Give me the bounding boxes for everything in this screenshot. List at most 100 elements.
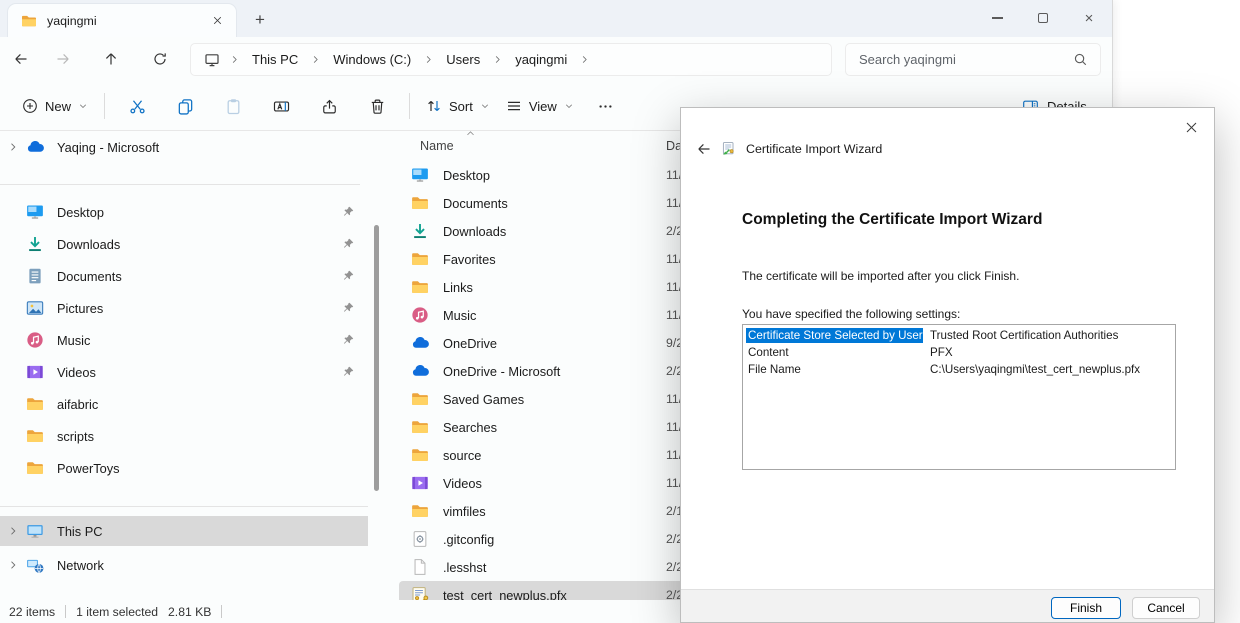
folder-icon — [411, 250, 429, 268]
file-name: Favorites — [443, 252, 496, 267]
breadcrumb-this-pc[interactable]: This PC — [249, 50, 301, 69]
finish-button[interactable]: Finish — [1051, 597, 1121, 619]
onedrive-cloud-icon — [411, 362, 429, 380]
sidebar-item-network[interactable]: Network — [0, 549, 368, 581]
sidebar-item-pictures[interactable]: Pictures — [0, 292, 368, 324]
chevron-down-icon — [480, 101, 490, 111]
this-pc-icon — [26, 522, 44, 540]
sidebar-item-desktop[interactable]: Desktop — [0, 196, 368, 228]
address-bar: This PC Windows (C:) Users yaqingmi — [0, 37, 1112, 82]
videos-icon — [411, 474, 429, 492]
wizard-header: Certificate Import Wizard — [696, 141, 882, 157]
setting-key-selected: Certificate Store Selected by User — [746, 328, 923, 343]
sidebar-item-onedrive[interactable]: Yaqing - Microsoft — [0, 131, 368, 163]
setting-value: C:\Users\yaqingmi\test_cert_newplus.pfx — [923, 363, 1140, 376]
plus-circle-icon — [22, 98, 38, 114]
paste-icon — [225, 98, 242, 115]
forward-button[interactable] — [55, 51, 71, 67]
search-input[interactable] — [846, 52, 1073, 67]
selection-size: 2.81 KB — [168, 605, 211, 619]
dialog-close-button[interactable] — [1182, 118, 1201, 137]
rename-button[interactable] — [257, 98, 305, 115]
download-icon — [26, 235, 44, 253]
selection-count: 1 item selected — [76, 605, 158, 619]
new-label: New — [45, 99, 71, 114]
copy-button[interactable] — [161, 98, 209, 115]
file-name: Links — [443, 280, 473, 295]
name-column-header[interactable]: Name — [420, 139, 454, 153]
paste-button[interactable] — [209, 98, 257, 115]
chevron-right-icon[interactable] — [7, 141, 19, 153]
this-pc-icon — [204, 52, 220, 68]
sidebar-item-downloads[interactable]: Downloads — [0, 228, 368, 260]
sidebar-item-documents[interactable]: Documents — [0, 260, 368, 292]
refresh-button[interactable] — [152, 51, 168, 67]
breadcrumb[interactable]: This PC Windows (C:) Users yaqingmi — [190, 43, 832, 76]
file-name: .lesshst — [443, 560, 486, 575]
sort-button[interactable]: Sort — [418, 98, 498, 114]
pin-icon — [342, 301, 355, 314]
breadcrumb-windows-c[interactable]: Windows (C:) — [330, 50, 414, 69]
breadcrumb-yaqingmi[interactable]: yaqingmi — [512, 50, 570, 69]
chevron-right-icon[interactable] — [7, 559, 19, 571]
new-button[interactable]: New — [14, 98, 96, 114]
sidebar-item-scripts[interactable]: scripts — [0, 420, 368, 452]
cancel-button[interactable]: Cancel — [1132, 597, 1200, 619]
folder-icon — [26, 459, 44, 477]
sort-label: Sort — [449, 99, 473, 114]
maximize-button[interactable] — [1020, 0, 1066, 36]
back-button[interactable] — [13, 51, 29, 67]
file-name: Saved Games — [443, 392, 524, 407]
chevron-right-icon[interactable] — [7, 525, 19, 537]
setting-key: Content — [746, 345, 923, 360]
sidebar-item-powertoys[interactable]: PowerToys — [0, 452, 368, 484]
sidebar-item-label: Videos — [57, 365, 96, 380]
back-arrow-icon[interactable] — [696, 141, 712, 157]
pin-icon — [342, 205, 355, 218]
wizard-heading: Completing the Certificate Import Wizard — [742, 211, 1042, 229]
sidebar-item-label: Yaqing - Microsoft — [57, 140, 159, 155]
chevron-right-icon — [579, 54, 590, 65]
sidebar-item-label: scripts — [57, 429, 94, 444]
sidebar-scrollbar[interactable] — [374, 225, 379, 491]
sidebar-item-label: Documents — [57, 269, 122, 284]
wizard-title: Certificate Import Wizard — [746, 142, 882, 156]
file-name: Searches — [443, 420, 497, 435]
desktop-icon — [26, 203, 44, 221]
minimize-button[interactable] — [974, 0, 1020, 36]
sidebar-item-music[interactable]: Music — [0, 324, 368, 356]
sidebar-item-videos[interactable]: Videos — [0, 356, 368, 388]
sort-ascending-icon — [465, 128, 476, 139]
sidebar-item-label: Pictures — [57, 301, 103, 316]
cut-button[interactable] — [113, 98, 161, 115]
minimize-icon — [992, 17, 1003, 18]
file-name: source — [443, 448, 481, 463]
settings-row[interactable]: Content PFX — [746, 344, 1175, 361]
rename-icon — [273, 98, 290, 115]
sidebar-item-aifabric[interactable]: aifabric — [0, 388, 368, 420]
close-window-button[interactable]: × — [1066, 0, 1112, 36]
file-name: Music — [443, 308, 476, 323]
setting-value: PFX — [923, 346, 953, 359]
new-tab-button[interactable]: + — [246, 6, 274, 34]
delete-button[interactable] — [353, 98, 401, 115]
settings-row[interactable]: Certificate Store Selected by User Trust… — [746, 327, 1175, 344]
more-options-button[interactable] — [582, 98, 630, 115]
settings-row[interactable]: File Name C:\Users\yaqingmi\test_cert_ne… — [746, 361, 1175, 378]
view-button[interactable]: View — [498, 98, 582, 114]
sidebar-item-label: Network — [57, 558, 104, 573]
breadcrumb-users[interactable]: Users — [443, 50, 483, 69]
sidebar-item-this-pc[interactable]: This PC — [0, 516, 368, 546]
file-name: OneDrive - Microsoft — [443, 364, 560, 379]
folder-icon — [411, 194, 429, 212]
up-button[interactable] — [103, 51, 119, 67]
tab-close-button[interactable] — [208, 12, 226, 30]
view-label: View — [529, 99, 557, 114]
tab-title: yaqingmi — [47, 14, 208, 28]
search-box — [845, 43, 1101, 76]
explorer-tab[interactable]: yaqingmi — [8, 4, 236, 37]
share-button[interactable] — [305, 98, 353, 115]
pictures-icon — [26, 299, 44, 317]
videos-icon — [26, 363, 44, 381]
search-icon[interactable] — [1073, 52, 1088, 67]
